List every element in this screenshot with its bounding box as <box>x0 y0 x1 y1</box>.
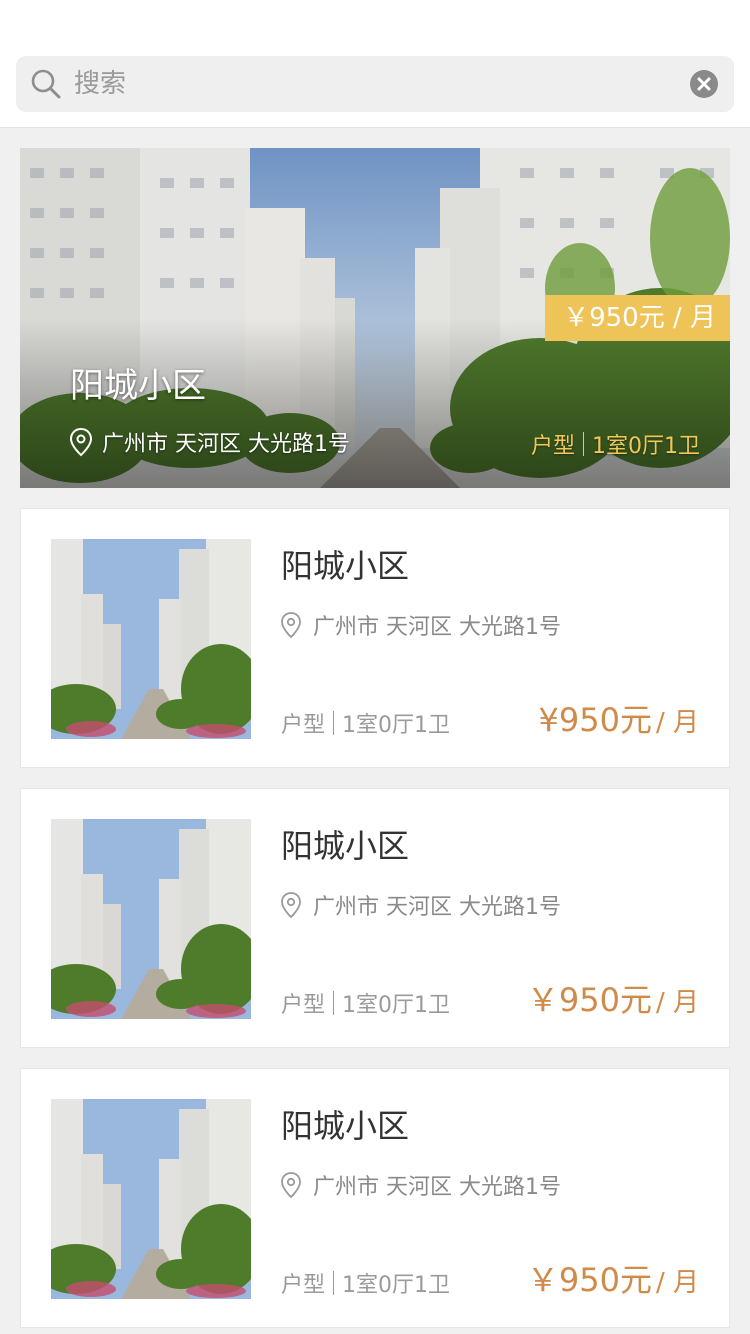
featured-layout: 户型 1室0厅1卫 <box>531 428 700 460</box>
listing-layout: 户型 1室0厅1卫 <box>281 1267 450 1299</box>
search-bar[interactable] <box>16 56 734 112</box>
location-pin-icon <box>69 427 93 457</box>
search-input[interactable] <box>74 64 674 104</box>
listing-layout-value: 1室0厅1卫 <box>342 713 451 738</box>
top-bar <box>0 0 750 128</box>
listing-thumbnail <box>51 819 251 1019</box>
search-icon <box>31 69 61 99</box>
location-pin-icon <box>281 1172 301 1199</box>
listing-layout-label: 户型 <box>281 993 326 1018</box>
clear-icon[interactable] <box>690 70 718 98</box>
location-pin-icon <box>281 612 301 639</box>
featured-price-badge: ￥950元 / 月 <box>545 295 730 341</box>
location-pin-icon <box>281 892 301 919</box>
listing-card[interactable]: 阳城小区 广州市 天河区 大光路1号 户型 1室0厅1卫 ￥950元 / 月 <box>20 788 730 1048</box>
listing-address-text: 广州市 天河区 大光路1号 <box>313 1175 561 1200</box>
listing-title: 阳城小区 <box>281 547 410 585</box>
listing-layout-value: 1室0厅1卫 <box>342 1273 451 1298</box>
listing-layout-value: 1室0厅1卫 <box>342 993 451 1018</box>
listing-address: 广州市 天河区 大光路1号 <box>279 1169 561 1201</box>
listing-title: 阳城小区 <box>281 827 410 865</box>
divider <box>333 991 335 1015</box>
listing-price-amount: ￥950元 <box>526 981 652 1019</box>
listing-card[interactable]: 阳城小区 广州市 天河区 大光路1号 户型 1室0厅1卫 ￥950元 / 月 <box>20 1068 730 1328</box>
listing-thumbnail <box>51 1099 251 1299</box>
listing-price-amount: ￥950元 <box>526 1261 652 1299</box>
featured-address: 广州市 天河区 大光路1号 <box>68 426 350 458</box>
listing-card[interactable]: 阳城小区 广州市 天河区 大光路1号 户型 1室0厅1卫 ¥950元 / 月 <box>20 508 730 768</box>
listing-price: ￥950元 / 月 <box>527 975 699 1021</box>
featured-layout-value: 1室0厅1卫 <box>592 434 700 459</box>
listing-title: 阳城小区 <box>281 1107 410 1145</box>
listing-address: 广州市 天河区 大光路1号 <box>279 609 561 641</box>
divider <box>583 432 584 456</box>
listing-price-amount: ¥950元 <box>538 701 652 739</box>
featured-listing[interactable]: ￥950元 / 月 阳城小区 广州市 天河区 大光路1号 户型 1室0厅1卫 <box>20 148 730 488</box>
listing-address-text: 广州市 天河区 大光路1号 <box>313 615 561 640</box>
listing-address-text: 广州市 天河区 大光路1号 <box>313 895 561 920</box>
listing-price: ¥950元 / 月 <box>539 695 699 741</box>
listing-layout: 户型 1室0厅1卫 <box>281 707 450 739</box>
divider <box>333 711 335 735</box>
listing-layout-label: 户型 <box>281 1273 326 1298</box>
featured-title: 阳城小区 <box>70 366 206 406</box>
listing-thumbnail <box>51 539 251 739</box>
listing-address: 广州市 天河区 大光路1号 <box>279 889 561 921</box>
listing-price: ￥950元 / 月 <box>527 1255 699 1301</box>
featured-address-text: 广州市 天河区 大光路1号 <box>102 432 350 457</box>
featured-layout-label: 户型 <box>530 434 575 459</box>
listing-layout: 户型 1室0厅1卫 <box>281 987 450 1019</box>
listing-price-unit: / 月 <box>655 988 699 1018</box>
listing-price-unit: / 月 <box>655 708 699 738</box>
divider <box>333 1271 335 1295</box>
listing-price-unit: / 月 <box>655 1268 699 1298</box>
listing-layout-label: 户型 <box>281 713 326 738</box>
